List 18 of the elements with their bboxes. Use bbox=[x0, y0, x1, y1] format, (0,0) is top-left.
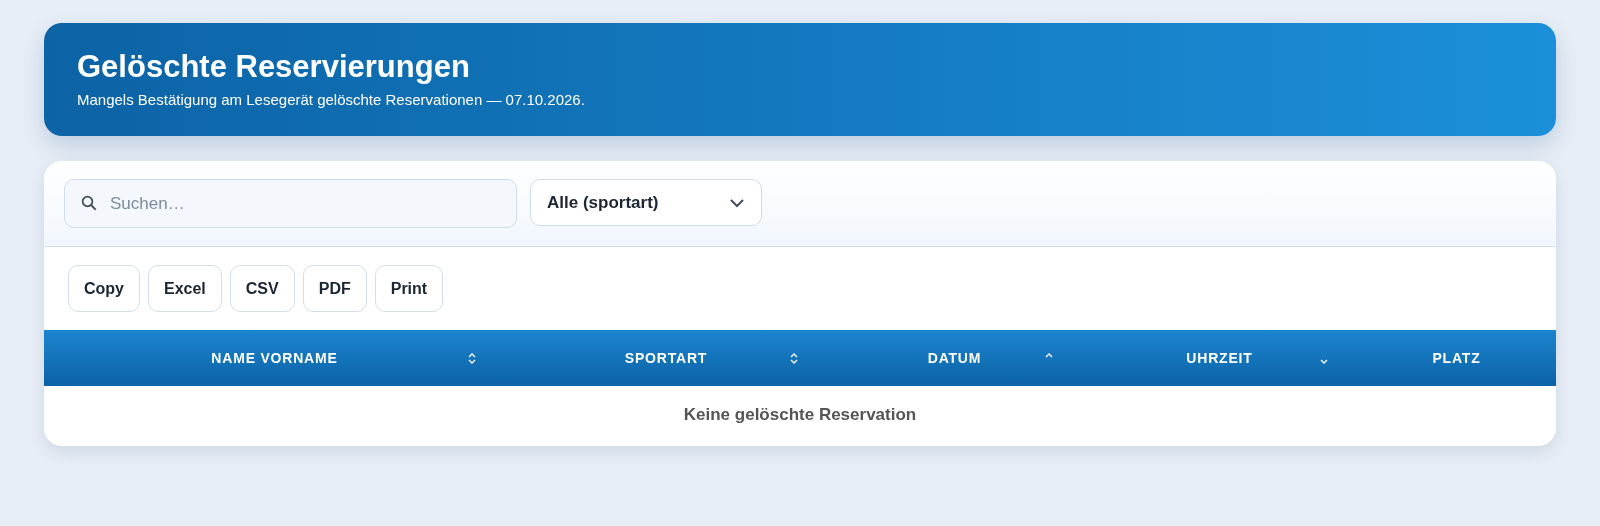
sort-icon[interactable] bbox=[789, 352, 799, 365]
page-title: Gelöschte Reservierungen bbox=[77, 49, 471, 85]
empty-message: Keine gelöschte Reservation bbox=[682, 404, 918, 426]
column-header[interactable]: PLATZ bbox=[1357, 330, 1556, 386]
export-button[interactable]: Print bbox=[374, 265, 444, 312]
export-button[interactable]: PDF bbox=[302, 265, 367, 312]
export-button[interactable]: Copy bbox=[68, 265, 140, 312]
page-subtitle: Mangels Bestätigung am Lesegerät gelöschte Reservationen — 07.10.2026. bbox=[77, 91, 586, 108]
export-button[interactable]: Excel bbox=[148, 265, 222, 312]
sport-filter-select[interactable]: Alle (sportart) bbox=[530, 179, 762, 226]
column-header[interactable]: UHRZEIT bbox=[1082, 330, 1357, 386]
column-header[interactable]: DATUM bbox=[827, 330, 1082, 386]
export-button[interactable]: CSV bbox=[229, 265, 295, 312]
chevron-down-icon bbox=[729, 197, 745, 208]
column-header[interactable]: SPORTART bbox=[505, 330, 827, 386]
search-field[interactable]: Suchen… bbox=[64, 179, 517, 228]
column-header[interactable]: NAME VORNAME bbox=[44, 330, 505, 386]
sort-icon[interactable] bbox=[467, 352, 477, 365]
